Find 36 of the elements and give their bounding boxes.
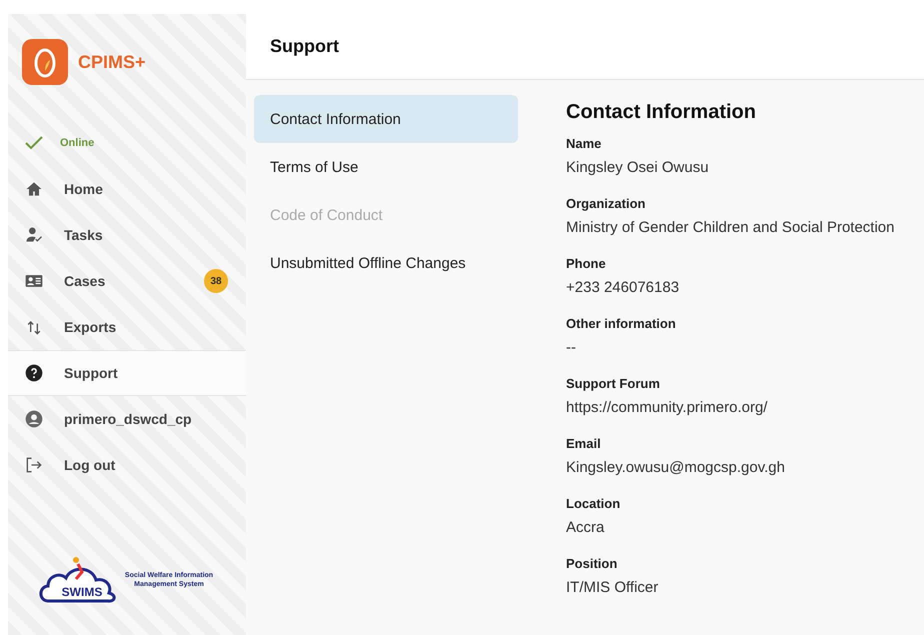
field-value: Kingsley.owusu@mogcsp.gov.gh — [566, 459, 786, 476]
nav-item[interactable]: Support — [8, 350, 246, 396]
field-label: Support Forum — [566, 376, 661, 391]
account-icon — [24, 409, 44, 429]
field-value: Ministry of Gender Children and Social Protection — [566, 219, 894, 236]
field-label: Location — [566, 496, 622, 511]
field-label: Email — [566, 436, 602, 451]
field-label: Position — [566, 556, 618, 571]
nav-item[interactable]: Exports — [8, 304, 246, 350]
field-label: Organization — [566, 196, 646, 211]
status-label: Online — [60, 137, 94, 149]
count-badge: 38 — [204, 269, 228, 293]
menu-item[interactable]: Terms of Use — [254, 143, 518, 191]
menu-item[interactable]: Contact Information — [254, 95, 518, 143]
field-value: -- — [566, 339, 577, 356]
nav-item[interactable]: primero_dswcd_cp — [8, 396, 246, 442]
field-label: Name — [566, 136, 602, 151]
nav-item[interactable]: Home — [8, 166, 246, 212]
field-value: +233 246076183 — [566, 279, 680, 296]
section-title: Contact Information — [566, 101, 757, 124]
nav-item[interactable]: Cases 38 — [8, 258, 246, 304]
field-value: https://community.primero.org/ — [566, 399, 768, 416]
nav-item[interactable]: Log out — [8, 442, 246, 488]
field-value: IT/MIS Officer — [566, 579, 660, 596]
logout-icon — [24, 455, 44, 475]
field-value: Kingsley Osei Owusu — [566, 159, 710, 176]
logo-mark: SWIMS — [62, 585, 102, 599]
leaf-logo-icon — [22, 39, 68, 85]
field-value: Accra — [566, 519, 606, 536]
help-icon — [24, 363, 44, 383]
nav-item[interactable]: Tasks — [8, 212, 246, 258]
field-label: Other information — [566, 316, 677, 331]
menu-item[interactable]: Unsubmitted Offline Changes — [254, 239, 518, 287]
page-title: Support — [270, 36, 339, 57]
field-label: Phone — [566, 256, 607, 271]
app-name: CPIMS+ — [78, 52, 146, 72]
